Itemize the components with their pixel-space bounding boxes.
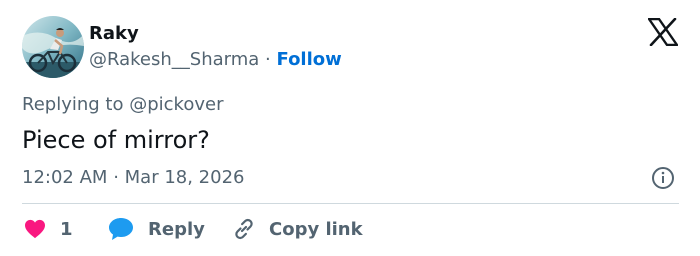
copy-link-button[interactable]: Copy link [231,215,363,243]
tweet-time: 12:02 AM [22,167,108,188]
reply-label: Reply [148,218,205,240]
copy-link-label: Copy link [269,218,363,240]
info-icon[interactable] [651,166,675,190]
replying-to-line: Replying to @pickover [22,93,223,117]
follow-button[interactable]: Follow [277,49,342,70]
author-display-name[interactable]: Raky [89,22,139,46]
author-handle-row: @Rakesh__Sharma · Follow [89,48,342,72]
author-handle[interactable]: @Rakesh__Sharma [89,49,259,70]
speech-bubble-icon [109,218,133,240]
replying-to-prefix: Replying to [22,94,124,115]
heart-icon [25,219,45,239]
divider [22,203,679,204]
like-count: 1 [60,218,73,240]
timestamp-separator: · [113,167,119,188]
tweet-date: Mar 18, 2026 [124,167,245,188]
embedded-tweet-card: Raky @Rakesh__Sharma · Follow Replying t… [0,0,700,256]
tweet-text: Piece of mirror? [22,126,210,154]
replying-to-mention[interactable]: @pickover [129,94,223,115]
avatar[interactable] [22,16,84,78]
like-button[interactable]: 1 [24,215,73,243]
link-icon [235,218,253,240]
handle-separator: · [265,49,271,70]
reply-button[interactable]: Reply [108,215,205,243]
x-logo-icon[interactable] [647,17,679,47]
tweet-timestamp[interactable]: 12:02 AM · Mar 18, 2026 [22,166,245,190]
cyclist-avatar-icon [22,16,84,78]
